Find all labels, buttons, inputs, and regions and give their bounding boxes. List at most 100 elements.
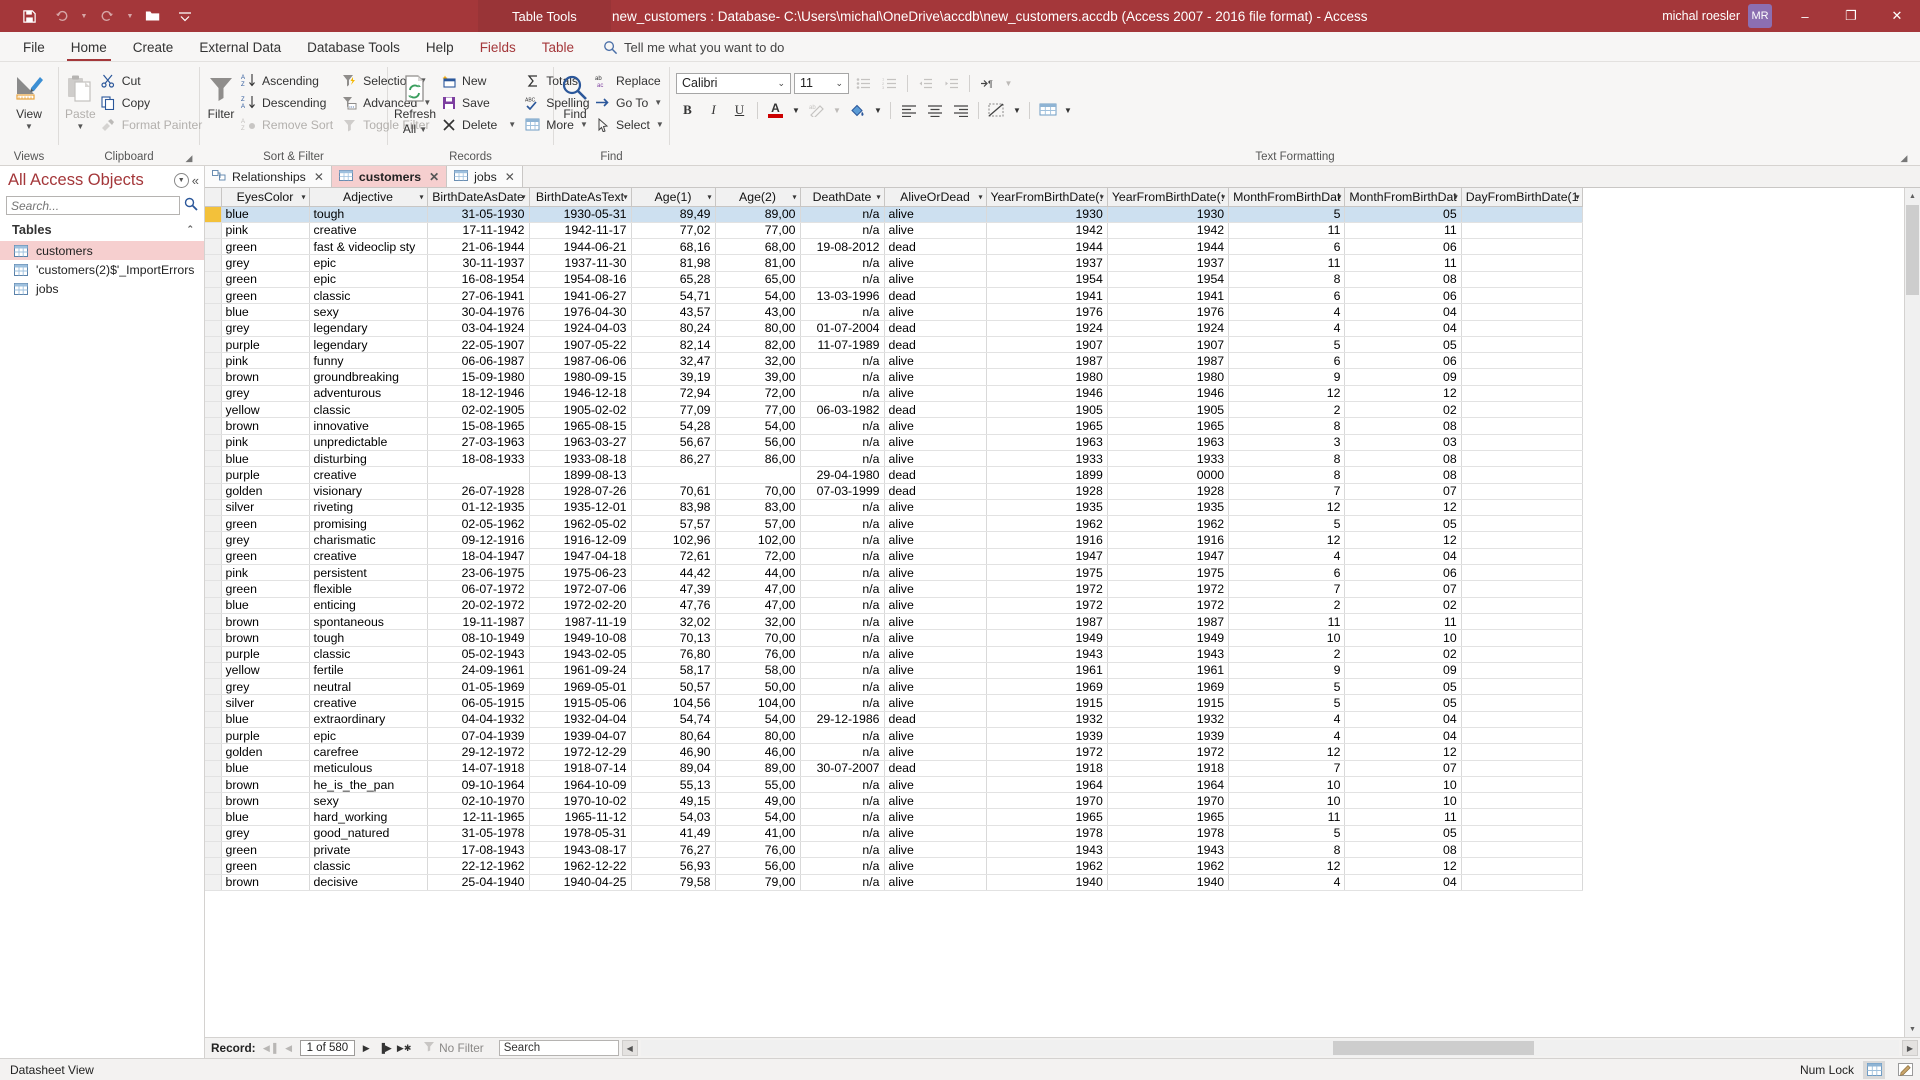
table-cell[interactable]: 1943 (1107, 841, 1230, 859)
table-cell[interactable]: 04 (1344, 303, 1462, 321)
table-cell[interactable]: classic (309, 857, 428, 875)
table-cell[interactable]: 1933-08-18 (529, 450, 632, 468)
table-cell[interactable] (1461, 760, 1584, 777)
table-cell[interactable]: grey (221, 254, 310, 272)
table-cell[interactable]: hard_working (309, 808, 428, 826)
column-header-birthdateasdate[interactable]: BirthDateAsDate ▾ (427, 188, 530, 207)
table-cell[interactable]: 03 (1344, 434, 1462, 451)
table-cell[interactable]: 56,93 (631, 857, 716, 875)
table-cell[interactable]: 89,00 (715, 206, 801, 223)
table-cell[interactable]: 56,67 (631, 434, 716, 451)
table-cell[interactable]: 32,47 (631, 352, 716, 370)
table-cell[interactable]: 01-07-2004 (800, 320, 885, 337)
table-cell[interactable]: green (221, 271, 310, 288)
row-selector[interactable] (205, 466, 222, 484)
table-cell[interactable]: disturbing (309, 450, 428, 468)
table-cell[interactable] (1461, 499, 1584, 517)
table-cell[interactable]: 1972-02-20 (529, 597, 632, 614)
table-cell[interactable]: 04 (1344, 320, 1462, 337)
table-cell[interactable]: 8 (1228, 271, 1346, 288)
table-cell[interactable]: 65,28 (631, 271, 716, 288)
table-cell[interactable]: n/a (800, 857, 885, 875)
table-cell[interactable]: 02 (1344, 597, 1462, 614)
record-search-input[interactable]: Search (498, 1040, 619, 1056)
table-row[interactable]: brown he_is_the_pan 09-10-1964 1964-10-09 55… (205, 776, 1584, 794)
table-cell[interactable]: n/a (800, 206, 885, 223)
table-row[interactable]: blue extraordinary 04-04-1932 1932-04-04 54,… (205, 711, 1584, 729)
table-cell[interactable]: 1916 (986, 531, 1108, 549)
horizontal-scroll-right-icon[interactable]: ▶ (1902, 1040, 1918, 1056)
table-cell[interactable]: 11 (1344, 613, 1462, 631)
table-cell[interactable]: 72,61 (631, 548, 716, 566)
table-row[interactable]: pink unpredictable 27-03-1963 1963-03-27 56,… (205, 434, 1584, 451)
datasheet-format-dropdown-icon[interactable]: ▼ (1011, 99, 1023, 121)
refresh-all-dropdown-icon[interactable]: ▼ (419, 126, 427, 134)
table-cell[interactable]: 3 (1228, 434, 1346, 451)
table-cell[interactable]: 04-04-1932 (427, 711, 530, 729)
table-cell[interactable]: 47,76 (631, 597, 716, 614)
row-selector[interactable] (205, 678, 222, 696)
table-cell[interactable]: 02-05-1962 (427, 515, 530, 533)
table-cell[interactable] (1461, 629, 1584, 647)
format-painter-button[interactable]: Format Painter (96, 114, 207, 135)
table-row[interactable]: pink persistent 23-06-1975 1975-06-23 44,42 4… (205, 564, 1584, 582)
table-cell[interactable] (715, 466, 801, 484)
table-cell[interactable]: n/a (800, 499, 885, 517)
table-cell[interactable]: alive (884, 743, 987, 761)
table-cell[interactable]: n/a (800, 254, 885, 272)
table-cell[interactable]: n/a (800, 222, 885, 240)
column-header-birthdateastext[interactable]: BirthDateAsText ▾ (529, 188, 632, 207)
chevron-down-icon[interactable]: ▾ (1575, 192, 1579, 201)
table-cell[interactable]: 8 (1228, 466, 1346, 484)
table-cell[interactable] (1461, 336, 1584, 354)
table-cell[interactable]: 02-02-1905 (427, 401, 530, 419)
table-cell[interactable]: 1947 (1107, 548, 1230, 566)
table-cell[interactable]: 21-06-1944 (427, 238, 530, 256)
table-cell[interactable]: 12 (1344, 531, 1462, 549)
table-cell[interactable] (1461, 483, 1584, 500)
ribbon-tab-file[interactable]: File (10, 33, 58, 61)
table-cell[interactable]: 4 (1228, 711, 1346, 729)
table-cell[interactable]: 32,00 (715, 613, 801, 631)
table-cell[interactable]: alive (884, 303, 987, 321)
table-cell[interactable]: 30-07-2007 (800, 760, 885, 777)
navigation-pane-collapse-icon[interactable]: « (192, 173, 199, 188)
table-cell[interactable]: 54,74 (631, 711, 716, 729)
table-cell[interactable]: 8 (1228, 417, 1346, 435)
table-cell[interactable]: 50,00 (715, 678, 801, 696)
remove-sort-button[interactable]: AZ Remove Sort (236, 114, 337, 135)
column-header-yearfrombirthdate[interactable]: YearFromBirthDate(: ▾ (986, 188, 1108, 207)
table-cell[interactable]: 10 (1344, 792, 1462, 810)
table-cell[interactable]: 44,42 (631, 564, 716, 582)
save-icon[interactable] (14, 3, 44, 29)
table-cell[interactable] (1461, 597, 1584, 614)
chevron-down-icon[interactable]: ▾ (521, 192, 525, 201)
table-cell[interactable]: 1916 (1107, 531, 1230, 549)
table-cell[interactable] (427, 466, 530, 484)
table-cell[interactable]: 08 (1344, 417, 1462, 435)
table-cell[interactable]: 11 (1344, 254, 1462, 272)
table-cell[interactable]: 04 (1344, 874, 1462, 891)
table-cell[interactable]: 1943-08-17 (529, 841, 632, 859)
table-cell[interactable]: 06 (1344, 564, 1462, 582)
table-cell[interactable]: 1918 (1107, 760, 1230, 777)
table-cell[interactable]: silver (221, 499, 310, 517)
table-cell[interactable]: 30-11-1937 (427, 254, 530, 272)
table-cell[interactable]: purple (221, 727, 310, 745)
table-cell[interactable]: n/a (800, 662, 885, 680)
table-cell[interactable]: 1949-10-08 (529, 629, 632, 647)
table-cell[interactable]: 55,00 (715, 776, 801, 794)
table-cell[interactable]: 1964 (1107, 776, 1230, 794)
table-cell[interactable]: 1928 (986, 483, 1108, 500)
table-cell[interactable]: yellow (221, 662, 310, 680)
table-cell[interactable]: 1972 (1107, 580, 1230, 598)
table-cell[interactable]: carefree (309, 743, 428, 761)
table-cell[interactable]: 31-05-1930 (427, 206, 530, 223)
table-cell[interactable]: 1949 (986, 629, 1108, 647)
table-cell[interactable]: epic (309, 727, 428, 745)
table-cell[interactable] (1461, 271, 1584, 288)
table-cell[interactable]: purple (221, 336, 310, 354)
table-cell[interactable]: 1976 (986, 303, 1108, 321)
table-cell[interactable]: 04 (1344, 548, 1462, 566)
table-cell[interactable]: epic (309, 254, 428, 272)
